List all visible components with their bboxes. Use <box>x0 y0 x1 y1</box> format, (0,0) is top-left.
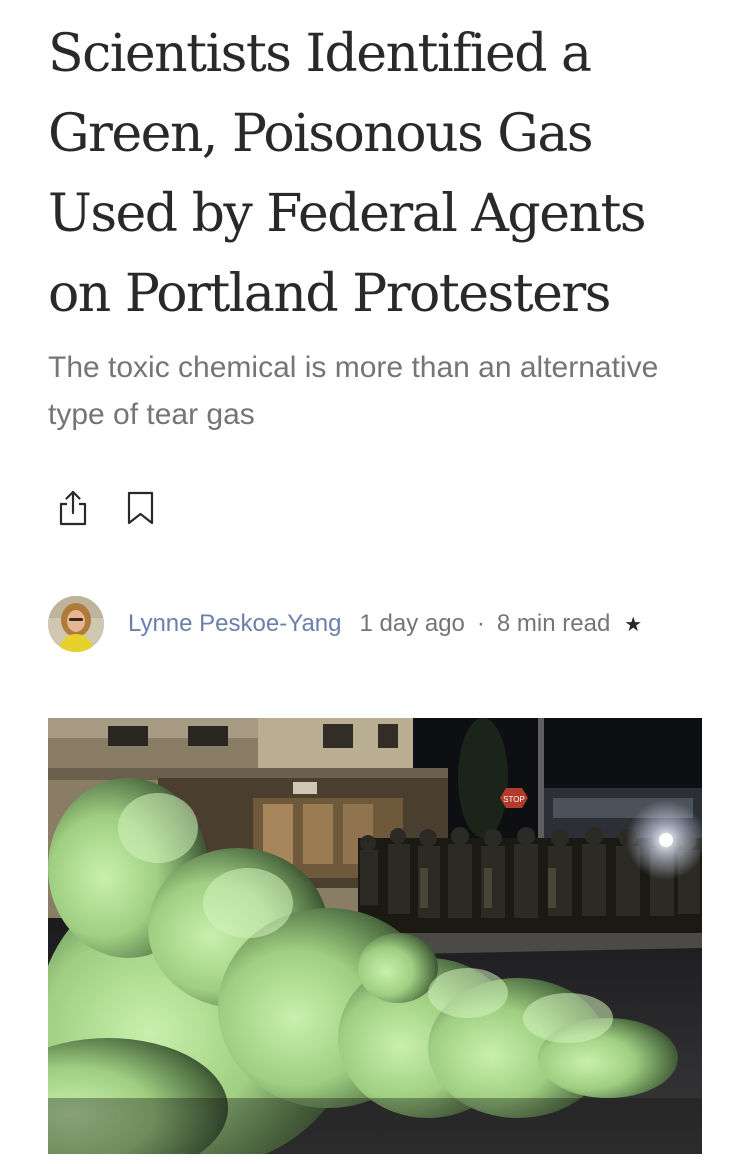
bookmark-icon <box>127 491 154 525</box>
stop-sign-text: STOP <box>503 795 525 804</box>
article-title: Scientists Identified a Green, Poisonous… <box>48 24 647 324</box>
publish-date: 1 day ago <box>359 610 465 637</box>
member-star-icon: ★ <box>624 613 643 636</box>
byline: Lynne Peskoe-Yang 1 day ago · 8 min read… <box>48 596 642 652</box>
avatar[interactable] <box>48 596 104 652</box>
bookmark-button[interactable] <box>124 488 158 528</box>
share-icon <box>59 490 87 526</box>
read-time: 8 min read <box>496 610 611 637</box>
byline-separator: · <box>476 610 485 637</box>
article-actions <box>56 488 158 528</box>
article-subtitle: The toxic chemical is more than an alter… <box>48 351 659 431</box>
author-link[interactable]: Lynne Peskoe-Yang <box>128 610 341 638</box>
share-button[interactable] <box>56 488 90 528</box>
hero-image: STOP <box>48 718 702 1154</box>
